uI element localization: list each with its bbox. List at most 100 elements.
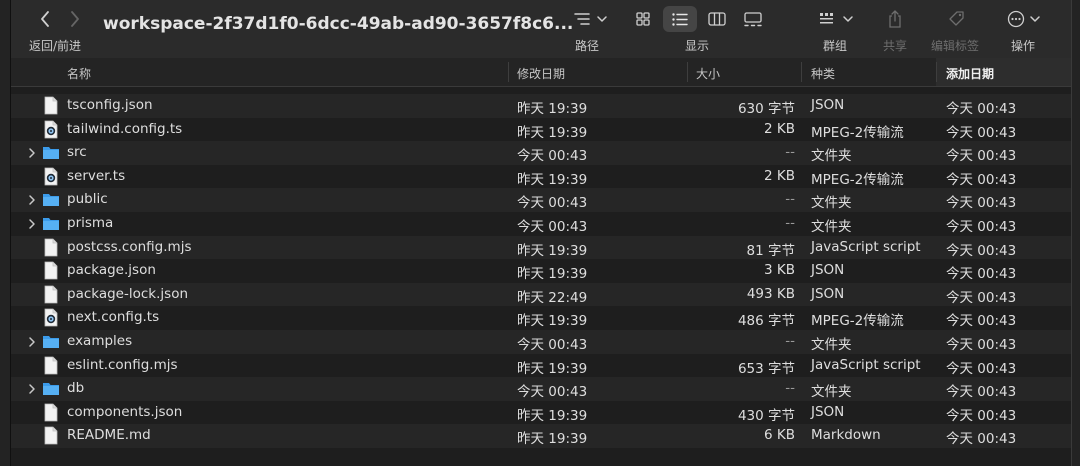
file-size: -- <box>785 144 795 161</box>
window-title: workspace-2f37d1f0-6dcc-49ab-ad90-3657f8… <box>103 14 574 34</box>
document-icon <box>42 261 60 280</box>
path-icon <box>571 6 611 32</box>
file-kind: JSON <box>811 262 845 279</box>
group-icon <box>815 6 859 32</box>
chevron-left-icon <box>41 11 49 27</box>
gallery-view-button[interactable] <box>737 6 769 32</box>
file-name: server.ts <box>67 167 126 184</box>
columns-icon <box>708 12 726 26</box>
file-date-added: 今天 00:43 <box>946 384 1017 401</box>
icon-view-button[interactable] <box>629 6 657 32</box>
column-divider[interactable] <box>936 62 937 82</box>
file-date-added: 今天 00:43 <box>946 407 1017 424</box>
file-name: package.json <box>67 262 156 279</box>
file-date-added: 今天 00:43 <box>946 124 1017 141</box>
column-header: 名称 修改日期 大小 种类 添加日期 <box>11 58 1071 87</box>
file-size: 430 字节 <box>737 407 795 424</box>
file-size: 6 KB <box>764 427 795 444</box>
file-date-modified: 昨天 19:39 <box>517 431 588 448</box>
folder-icon <box>42 190 60 209</box>
file-date-added: 今天 00:43 <box>946 171 1017 188</box>
file-date-modified: 今天 00:43 <box>517 384 588 401</box>
column-size[interactable]: 大小 <box>696 65 720 82</box>
file-size: 2 KB <box>764 120 795 137</box>
file-name: examples <box>67 332 133 349</box>
file-size: 486 字节 <box>737 313 795 330</box>
column-view-button[interactable] <box>703 6 731 32</box>
file-kind: JSON <box>811 403 845 420</box>
column-name[interactable]: 名称 <box>67 65 91 82</box>
file-size: -- <box>785 332 795 349</box>
finder-window: 返回/前进 workspace-2f37d1f0-6dcc-49ab-ad90-… <box>0 0 1080 466</box>
column-date-added[interactable]: 添加日期 <box>946 65 994 82</box>
file-size: -- <box>785 191 795 208</box>
file-name: public <box>67 191 108 208</box>
action-control[interactable]: 操作 <box>1003 6 1053 56</box>
file-row[interactable]: postcss.config.mjs 昨天 19:39 81 字节 JavaSc… <box>11 235 1071 260</box>
edit-tags-control[interactable]: 编辑标签 <box>931 6 987 56</box>
back-button[interactable] <box>33 6 57 32</box>
file-size: 630 字节 <box>737 101 795 117</box>
column-divider[interactable] <box>508 62 509 82</box>
file-date-modified: 昨天 19:39 <box>517 124 588 141</box>
column-divider[interactable] <box>687 62 688 82</box>
share-label: 共享 <box>883 39 908 53</box>
file-date-modified: 今天 00:43 <box>517 148 588 165</box>
disclosure-triangle-icon[interactable] <box>27 193 37 207</box>
file-kind: JSON <box>811 97 845 113</box>
path-control[interactable]: 路径 <box>567 6 613 56</box>
file-row[interactable]: tsconfig.json 昨天 19:39 630 字节 JSON 今天 00… <box>11 94 1071 118</box>
file-row[interactable]: components.json 昨天 19:39 430 字节 JSON 今天 … <box>11 400 1071 425</box>
file-kind: Markdown <box>811 427 881 444</box>
file-row[interactable]: eslint.config.mjs 昨天 19:39 653 字节 JavaSc… <box>11 353 1071 378</box>
file-row[interactable]: next.config.ts 昨天 19:39 486 字节 MPEG-2传输流… <box>11 306 1071 330</box>
disclosure-triangle-icon[interactable] <box>27 335 37 349</box>
file-size: 2 KB <box>764 167 795 184</box>
gallery-icon <box>744 11 762 26</box>
file-name: eslint.config.mjs <box>67 356 178 373</box>
file-date-modified: 昨天 19:39 <box>517 313 588 330</box>
file-name: db <box>67 380 85 397</box>
chevron-right-icon <box>71 11 79 27</box>
forward-button[interactable] <box>63 6 87 32</box>
share-control[interactable]: 共享 <box>877 6 913 56</box>
grid-icon <box>636 12 650 26</box>
file-size: 653 字节 <box>737 360 795 377</box>
folder-row[interactable]: examples 今天 00:43 -- 文件夹 今天 00:43 <box>11 329 1071 354</box>
file-date-added: 今天 00:43 <box>946 336 1017 353</box>
column-kind[interactable]: 种类 <box>811 65 835 82</box>
file-date-modified: 昨天 19:39 <box>517 171 588 188</box>
file-row[interactable]: tailwind.config.ts 昨天 19:39 2 KB MPEG-2传… <box>11 117 1071 142</box>
document-icon <box>42 356 60 375</box>
scrollbar-track[interactable] <box>1071 0 1080 466</box>
folder-row[interactable]: db 今天 00:43 -- 文件夹 今天 00:43 <box>11 377 1071 401</box>
folder-row[interactable]: public 今天 00:43 -- 文件夹 今天 00:43 <box>11 188 1071 212</box>
disclosure-triangle-icon[interactable] <box>27 382 37 396</box>
file-date-added: 今天 00:43 <box>946 101 1017 117</box>
file-row[interactable]: server.ts 昨天 19:39 2 KB MPEG-2传输流 今天 00:… <box>11 164 1071 189</box>
file-kind: JavaScript script <box>811 238 921 255</box>
list-view-button[interactable] <box>663 6 697 32</box>
disclosure-triangle-icon[interactable] <box>27 217 37 231</box>
file-row[interactable]: package.json 昨天 19:39 3 KB JSON 今天 00:43 <box>11 259 1071 283</box>
file-name: prisma <box>67 214 114 231</box>
file-row[interactable]: README.md 昨天 19:39 6 KB Markdown 今天 00:4… <box>11 424 1071 448</box>
file-size: 493 KB <box>746 285 795 302</box>
folder-row[interactable]: src 今天 00:43 -- 文件夹 今天 00:43 <box>11 141 1071 165</box>
column-divider[interactable] <box>801 62 802 82</box>
file-date-modified: 昨天 19:39 <box>517 266 588 283</box>
file-date-modified: 昨天 22:49 <box>517 289 588 306</box>
tag-icon <box>943 6 971 32</box>
back-forward-label: 返回/前进 <box>29 39 82 53</box>
column-date-modified[interactable]: 修改日期 <box>517 65 565 82</box>
folder-icon <box>42 143 60 162</box>
file-date-modified: 今天 00:43 <box>517 195 588 212</box>
file-kind: MPEG-2传输流 <box>811 313 904 330</box>
file-name: postcss.config.mjs <box>67 238 192 255</box>
group-control[interactable]: 群组 <box>815 6 863 56</box>
disclosure-triangle-icon[interactable] <box>27 146 37 160</box>
document-icon <box>42 238 60 257</box>
document-icon <box>42 426 60 445</box>
folder-row[interactable]: prisma 今天 00:43 -- 文件夹 今天 00:43 <box>11 211 1071 236</box>
file-row[interactable]: package-lock.json 昨天 22:49 493 KB JSON 今… <box>11 282 1071 307</box>
